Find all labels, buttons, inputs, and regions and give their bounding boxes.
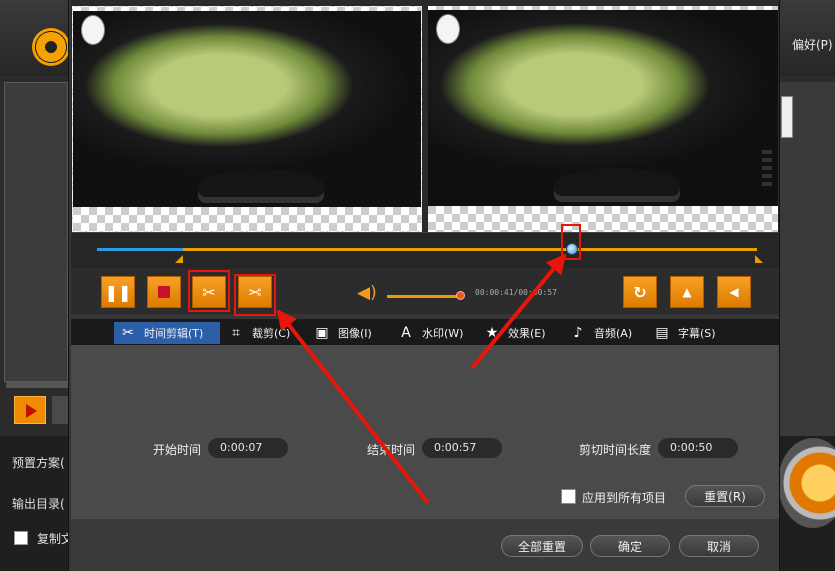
main-stop-button[interactable] xyxy=(52,396,68,424)
scissors-icon: ✂ xyxy=(122,325,134,341)
ok-button[interactable]: 确定 xyxy=(590,535,670,557)
channel-logo-icon xyxy=(81,15,105,45)
timeline-progress xyxy=(97,248,183,251)
document-icon[interactable] xyxy=(781,96,793,138)
subtitle-icon: ▤ xyxy=(655,325,669,341)
dialog-footer: 全部重置 确定 取消 xyxy=(71,519,779,571)
highlight-playhead xyxy=(561,224,581,260)
tab-image[interactable]: ▣ 图像(I) xyxy=(308,322,392,344)
pause-button[interactable]: ❚❚ xyxy=(101,276,135,308)
tab-label: 字幕(S) xyxy=(678,327,716,340)
volume-slider[interactable] xyxy=(387,295,459,298)
file-list-panel xyxy=(4,82,68,382)
tab-effects[interactable]: ★ 效果(E) xyxy=(478,322,564,344)
tab-audio[interactable]: ♪ 音频(A) xyxy=(564,322,648,344)
apply-all-checkbox[interactable] xyxy=(561,489,576,504)
highlight-end-cut xyxy=(234,274,276,316)
edit-dialog: ❚❚ ✂ ✂ ◀) 00:00:41/00:00:57 ↻ ▲ ◀ ✂ 时间剪辑… xyxy=(68,0,780,571)
preferences-menu[interactable]: 偏好(P) xyxy=(792,36,833,53)
tab-label: 水印(W) xyxy=(422,327,464,340)
flip-vertical-icon: ▲ xyxy=(682,285,692,299)
trim-end-marker[interactable] xyxy=(755,255,763,263)
tab-time-trim[interactable]: ✂ 时间剪辑(T) xyxy=(114,322,220,344)
flip-horizontal-icon: ◀ xyxy=(729,285,739,299)
tab-label: 图像(I) xyxy=(338,327,372,340)
tab-label: 效果(E) xyxy=(508,327,546,340)
reset-button[interactable]: 重置(R) xyxy=(685,485,765,507)
output-preview xyxy=(428,6,778,232)
main-play-button[interactable] xyxy=(14,396,46,424)
time-display: 00:00:41/00:00:57 xyxy=(475,288,557,297)
watermark-icon: A xyxy=(401,325,411,341)
cut-duration-label: 剪切时间长度 xyxy=(579,443,652,457)
apply-all-label: 应用到所有项目 xyxy=(582,491,667,505)
original-video-frame xyxy=(73,11,421,207)
pause-icon: ❚❚ xyxy=(104,282,132,302)
app-logo-icon xyxy=(32,28,70,66)
output-dir-label: 输出目录( xyxy=(12,497,65,511)
end-time-field[interactable]: 0:00:57 xyxy=(422,438,502,458)
playback-controls: ❚❚ ✂ ✂ ◀) 00:00:41/00:00:57 ↻ ▲ ◀ xyxy=(71,268,779,316)
star-icon: ★ xyxy=(485,325,499,341)
volume-handle[interactable] xyxy=(456,291,465,300)
rotate-button[interactable]: ↻ xyxy=(623,276,657,308)
start-time-field[interactable]: 0:00:07 xyxy=(208,438,288,458)
file-list-scrollbar[interactable] xyxy=(6,382,68,388)
flip-horizontal-button[interactable]: ◀ xyxy=(717,276,751,308)
watermark-text-mark xyxy=(762,150,772,190)
edit-tab-bar: ✂ 时间剪辑(T) ⌗ 裁剪(C) ▣ 图像(I) A 水印(W) ★ 效果(E… xyxy=(71,319,779,345)
rotate-icon: ↻ xyxy=(633,282,647,302)
copy-checkbox[interactable] xyxy=(14,531,28,545)
tab-crop[interactable]: ⌗ 裁剪(C) xyxy=(222,322,308,344)
volume-icon[interactable]: ◀) xyxy=(357,283,377,303)
original-preview[interactable] xyxy=(72,6,422,232)
image-icon: ▣ xyxy=(315,325,329,341)
output-video-frame xyxy=(428,10,778,206)
highlight-start-cut xyxy=(188,270,230,312)
tab-label: 音频(A) xyxy=(594,327,633,340)
reset-all-button[interactable]: 全部重置 xyxy=(501,535,583,557)
stop-button[interactable] xyxy=(147,276,181,308)
trim-start-marker[interactable] xyxy=(175,255,183,263)
timeline-track xyxy=(97,248,757,251)
flip-vertical-button[interactable]: ▲ xyxy=(670,276,704,308)
music-note-icon: ♪ xyxy=(573,325,583,341)
cancel-button[interactable]: 取消 xyxy=(679,535,759,557)
preset-label: 预置方案( xyxy=(12,456,65,470)
tab-label: 时间剪辑(T) xyxy=(144,327,204,340)
tab-subtitles[interactable]: ▤ 字幕(S) xyxy=(648,322,732,344)
end-time-label: 结束时间 xyxy=(367,443,416,457)
time-trim-panel: 开始时间 0:00:07 结束时间 0:00:57 剪切时间长度 0:00:50… xyxy=(71,345,779,519)
tab-label: 裁剪(C) xyxy=(252,327,291,340)
cut-duration-field[interactable]: 0:00:50 xyxy=(658,438,738,458)
start-time-label: 开始时间 xyxy=(153,443,202,457)
crop-icon: ⌗ xyxy=(232,325,240,341)
tab-watermark[interactable]: A 水印(W) xyxy=(392,322,478,344)
preview-area xyxy=(71,0,779,232)
channel-logo-icon xyxy=(436,14,460,44)
stop-icon xyxy=(158,286,170,298)
